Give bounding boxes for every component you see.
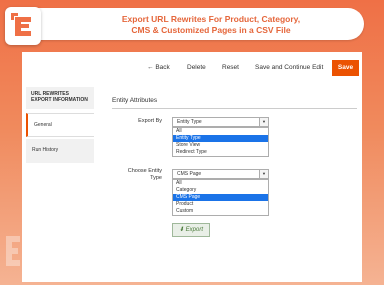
download-icon: ⬇ <box>178 227 184 233</box>
export-by-option-selected[interactable]: Entity Type <box>173 135 268 142</box>
header-banner: Export URL Rewrites For Product, Categor… <box>8 8 364 40</box>
sidebar-item-general[interactable]: General <box>26 113 94 137</box>
entity-type-select[interactable]: CMS Page ▼ <box>172 169 269 179</box>
entity-type-option-selected[interactable]: CMS Page <box>173 194 268 201</box>
dropdown-arrow-icon[interactable]: ▼ <box>259 170 268 178</box>
section-title: Entity Attributes <box>112 97 158 104</box>
delete-button[interactable]: Delete <box>187 64 206 71</box>
header-title-line2: CMS & Customized Pages in a CSV File <box>131 25 291 35</box>
action-toolbar: ← Back Delete Reset Save and Continue Ed… <box>22 52 362 86</box>
entity-type-label-line2: Type <box>150 175 162 181</box>
brand-logo-icon <box>5 7 41 45</box>
export-button-label: Export <box>185 227 204 233</box>
back-button-label: Back <box>155 64 170 71</box>
export-button[interactable]: ⬇ Export <box>172 223 210 237</box>
back-button[interactable]: ← Back <box>147 64 170 71</box>
sidebar: URL REWRITES EXPORT INFORMATION General … <box>26 87 94 163</box>
entity-type-options[interactable]: All Category CMS Page Product Custom <box>172 179 269 216</box>
reset-button[interactable]: Reset <box>222 64 239 71</box>
entity-type-option[interactable]: All <box>173 180 268 187</box>
entity-type-option[interactable]: Custom <box>173 208 268 215</box>
header-title: Export URL Rewrites For Product, Categor… <box>68 14 354 36</box>
save-and-continue-button[interactable]: Save and Continue Edit <box>255 64 323 71</box>
entity-type-label: Choose Entity Type <box>117 168 162 182</box>
entity-type-option[interactable]: Category <box>173 187 268 194</box>
section-divider <box>112 108 357 109</box>
arrow-left-icon: ← <box>147 64 154 71</box>
export-by-option[interactable]: Redirect Type <box>173 149 268 156</box>
main-panel: ← Back Delete Reset Save and Continue Ed… <box>22 52 362 282</box>
entity-type-selected: CMS Page <box>177 171 202 177</box>
entity-type-label-line1: Choose Entity <box>127 168 162 174</box>
header-title-line1: Export URL Rewrites For Product, Categor… <box>121 14 301 24</box>
export-by-selected: Entity Type <box>177 119 202 125</box>
export-by-select[interactable]: Entity Type ▼ <box>172 117 269 127</box>
dropdown-arrow-icon[interactable]: ▼ <box>259 118 268 126</box>
export-by-option[interactable]: All <box>173 128 268 135</box>
save-button[interactable]: Save <box>332 60 359 76</box>
export-by-label: Export By <box>138 118 162 124</box>
export-by-option[interactable]: Store View <box>173 142 268 149</box>
sidebar-title: URL REWRITES EXPORT INFORMATION <box>26 87 94 109</box>
decorative-logo-icon <box>4 232 22 272</box>
sidebar-item-run-history[interactable]: Run History <box>26 139 94 163</box>
entity-type-option[interactable]: Product <box>173 201 268 208</box>
export-by-options[interactable]: All Entity Type Store View Redirect Type <box>172 127 269 157</box>
